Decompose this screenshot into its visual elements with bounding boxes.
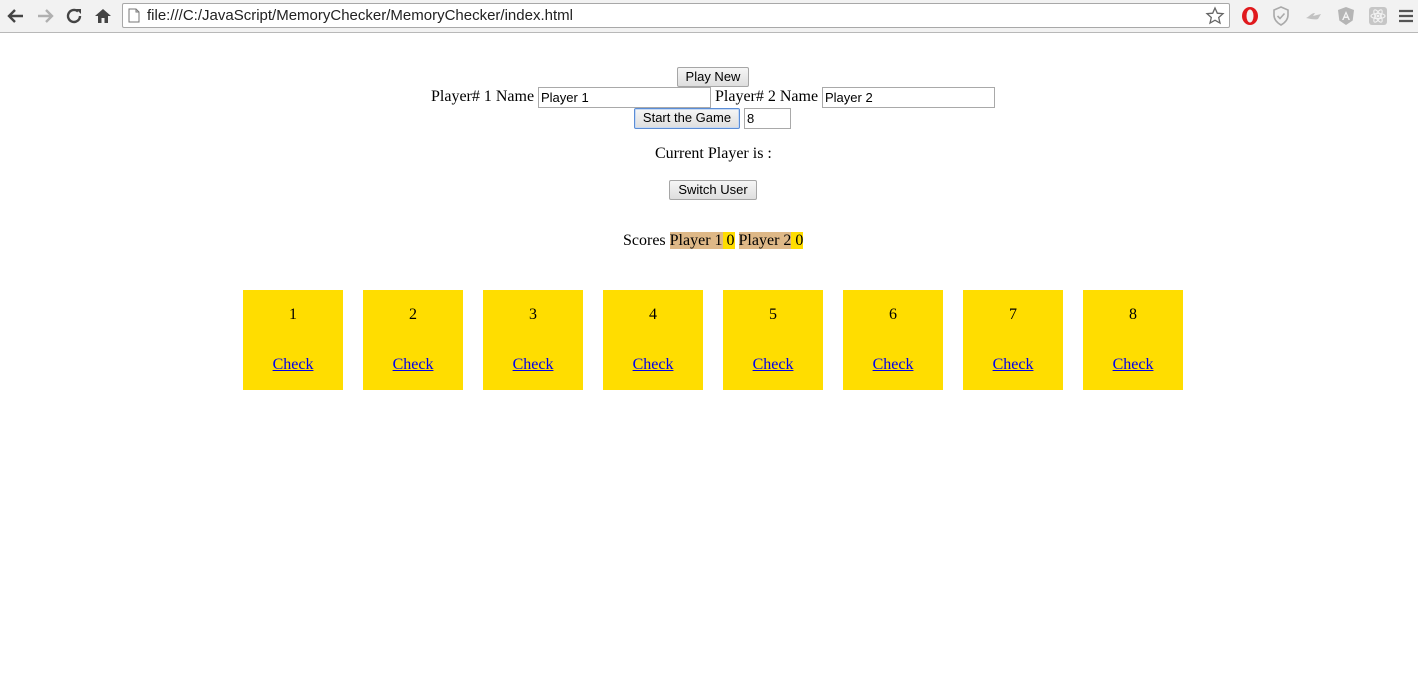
opera-icon[interactable] (1238, 4, 1262, 28)
memory-card: 6 Check (843, 290, 943, 390)
bookmark-star-icon[interactable] (1205, 6, 1225, 31)
check-link[interactable]: Check (1083, 356, 1183, 374)
page-content: Play New Player# 1 Name Player# 2 Name S… (0, 34, 1418, 686)
check-link[interactable]: Check (603, 356, 703, 374)
player2-name-label: Player# 2 Name (715, 88, 819, 105)
memory-card: 4 Check (603, 290, 703, 390)
reload-icon[interactable] (62, 4, 86, 28)
react-icon[interactable] (1366, 4, 1390, 28)
memory-card: 7 Check (963, 290, 1063, 390)
card-number: 5 (769, 306, 777, 323)
card-number: 6 (889, 306, 897, 323)
player1-score-value: 0 (722, 232, 735, 249)
player1-name-input[interactable] (538, 87, 711, 108)
play-new-button[interactable]: Play New (677, 67, 749, 87)
card-number: 1 (289, 306, 297, 323)
card-number: 2 (409, 306, 417, 323)
check-link[interactable]: Check (483, 356, 583, 374)
shield-icon[interactable] (1269, 4, 1293, 28)
memory-card: 5 Check (723, 290, 823, 390)
check-link[interactable]: Check (363, 356, 463, 374)
address-bar[interactable]: file:///C:/JavaScript/MemoryChecker/Memo… (122, 3, 1230, 28)
card-number: 4 (649, 306, 657, 323)
player2-score-value: 0 (791, 232, 804, 249)
check-link[interactable]: Check (243, 356, 343, 374)
player1-name-label: Player# 1 Name (431, 88, 535, 105)
check-link[interactable]: Check (843, 356, 943, 374)
player2-name-input[interactable] (822, 87, 995, 108)
forward-arrow-icon[interactable] (33, 4, 57, 28)
card-number: 8 (1129, 306, 1137, 323)
memory-card: 3 Check (483, 290, 583, 390)
url-text: file:///C:/JavaScript/MemoryChecker/Memo… (147, 7, 573, 24)
card-count-input[interactable] (744, 108, 791, 129)
page-icon (128, 8, 140, 28)
check-link[interactable]: Check (723, 356, 823, 374)
angular-icon[interactable] (1334, 4, 1358, 28)
extension-icon[interactable] (1302, 4, 1326, 28)
memory-card: 8 Check (1083, 290, 1183, 390)
scores-row: Scores Player 1 0 Player 2 0 (623, 232, 804, 250)
start-game-button[interactable]: Start the Game (634, 108, 740, 129)
player1-score-name: Player 1 (669, 232, 723, 249)
card-number: 3 (529, 306, 537, 323)
scores-label: Scores (623, 232, 666, 249)
current-player-label: Current Player is : (655, 145, 772, 162)
check-link[interactable]: Check (963, 356, 1063, 374)
card-number: 7 (1009, 306, 1017, 323)
memory-card: 2 Check (363, 290, 463, 390)
player2-score-name: Player 2 (738, 232, 792, 249)
memory-card: 1 Check (243, 290, 343, 390)
browser-toolbar: file:///C:/JavaScript/MemoryChecker/Memo… (0, 0, 1418, 33)
switch-user-button[interactable]: Switch User (669, 180, 757, 200)
back-arrow-icon[interactable] (4, 4, 28, 28)
home-icon[interactable] (91, 4, 115, 28)
menu-icon[interactable] (1397, 4, 1418, 28)
